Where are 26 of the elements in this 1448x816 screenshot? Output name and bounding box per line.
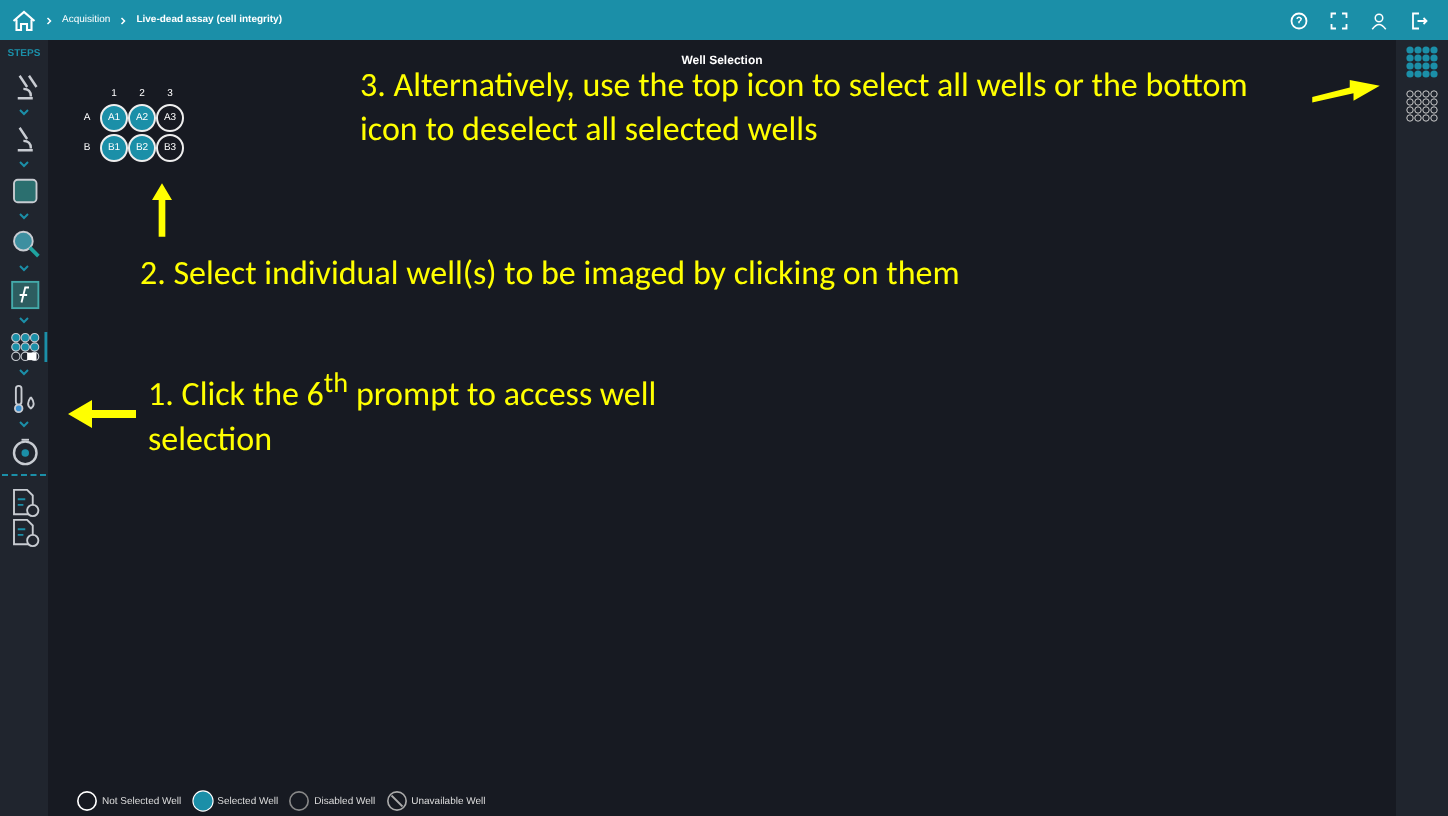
- chevron-icon: [18, 160, 30, 168]
- chevron-icon: [46, 15, 52, 25]
- disabled-well-icon: [288, 790, 311, 812]
- deselect-all-wells-icon[interactable]: [1406, 90, 1438, 122]
- chevron-icon: [18, 108, 30, 116]
- arrow-left-icon: [68, 399, 136, 428]
- chevron-icon: [18, 212, 30, 220]
- chevron-icon: [18, 316, 30, 324]
- wells-icon[interactable]: [9, 332, 47, 362]
- user-icon[interactable]: [1370, 11, 1388, 29]
- help-icon[interactable]: [1290, 11, 1308, 29]
- annotation-text: 2. Select individual well(s) to be imaged by clicking on them: [140, 252, 960, 297]
- selected-well-icon: [191, 790, 214, 812]
- chevron-icon: [18, 420, 30, 428]
- logout-icon[interactable]: [1410, 11, 1428, 29]
- chevron-icon: [120, 15, 127, 25]
- fullscreen-icon[interactable]: [1330, 11, 1348, 29]
- not-selected-well-icon: [76, 790, 98, 812]
- chevron-icon: [18, 368, 30, 376]
- annotation-text: 3. Alternatively, use the top icon to select all wells or the bottom icon to deselect all selected wells: [360, 64, 1250, 153]
- chevron-icon: [18, 264, 30, 272]
- unavailable-well-icon: [385, 790, 408, 812]
- home-icon[interactable]: [12, 9, 36, 31]
- arrow-up-icon: [152, 180, 172, 240]
- select-all-wells-icon[interactable]: [1406, 46, 1438, 78]
- annotation-text: 1. Click the 6$^{th}$ prompt to access well selection: [148, 366, 659, 462]
